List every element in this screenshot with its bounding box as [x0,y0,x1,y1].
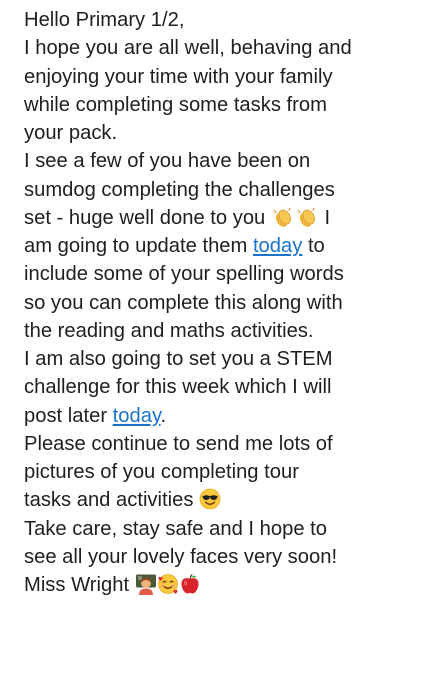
message-line: pictures of you completing tour [24,461,299,483]
message-line: so you can complete this along with [24,291,343,314]
message-line: include some of your spelling words [24,263,344,286]
message-text: I [318,206,331,229]
today-link[interactable]: today [253,235,302,257]
message-line: Take care, stay safe and I hope to [24,517,327,540]
message-line: set - huge well done to you I [24,204,424,232]
message-line: post later today. [24,402,424,430]
message-line: I see a few of you have been on [24,150,311,173]
message-text: . [160,404,167,427]
smiling-face-with-hearts-icon [157,573,179,595]
today-link[interactable]: today [113,405,161,427]
message-line: am going to update them today to [24,232,424,260]
message-line: while completing some tasks from [24,93,327,116]
message-text: tasks and activities [24,489,200,512]
message-body: Hello Primary 1/2, I hope you are all we… [24,6,424,599]
message-line: tasks and activities [24,486,424,514]
clapping-hands-icon [295,206,319,228]
greeting-line: Hello Primary 1/2, [24,9,185,31]
message-line: the reading and maths activities. [24,319,314,342]
message-line: challenge for this week which I will [24,376,332,399]
signature-text: Miss Wright [24,574,135,596]
message-line: enjoying your time with your family [24,65,333,88]
message-text: post later [24,404,113,427]
signature-line: Miss Wright [24,571,424,599]
message-line: your pack. [24,122,118,144]
clapping-hands-icon [271,206,295,228]
message-text: to [302,235,325,257]
message-line: see all your lovely faces very soon! [24,545,338,568]
message-text: set - huge well done to you [24,206,271,229]
red-apple-icon [179,573,201,595]
message-text: am going to update them [24,235,253,257]
teacher-icon [135,573,157,595]
message-line: Please continue to send me lots of [24,432,333,455]
sunglasses-face-icon [199,488,221,510]
message-line: I hope you are all well, behaving and [24,37,352,60]
message-line: I am also going to set you a STEM [24,348,333,370]
message-line: sumdog completing the challenges [24,178,335,201]
